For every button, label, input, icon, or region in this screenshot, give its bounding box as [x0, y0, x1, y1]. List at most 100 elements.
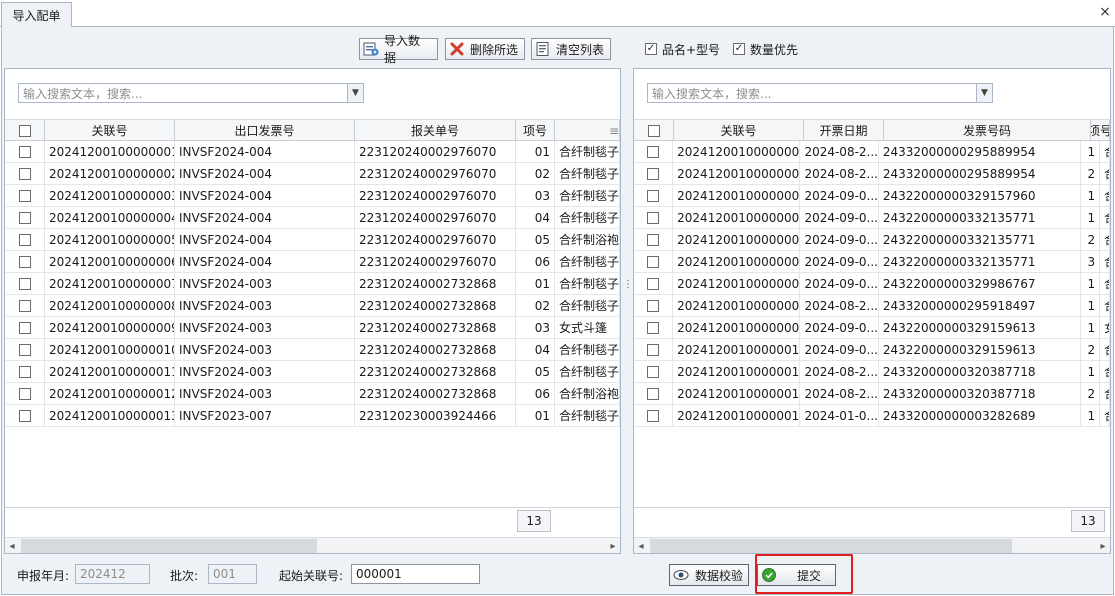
- row-select-cell[interactable]: [5, 207, 45, 228]
- batch-input[interactable]: 001: [208, 564, 257, 584]
- start-link-input[interactable]: 000001: [351, 564, 480, 584]
- row-select-cell[interactable]: [634, 141, 674, 162]
- select-all-checkbox[interactable]: [18, 124, 31, 137]
- row-select-cell[interactable]: [634, 251, 674, 272]
- table-row[interactable]: 20241200100000010 INVSF2024-003 2231202400…: [5, 339, 620, 361]
- clear-list-button[interactable]: 清空列表: [531, 38, 611, 60]
- row-select-cell[interactable]: [634, 339, 674, 360]
- row-select-cell[interactable]: [634, 163, 674, 184]
- right-hscrollbar[interactable]: ◂ ▸: [634, 537, 1110, 553]
- scroll-right-icon[interactable]: ▸: [606, 538, 620, 554]
- left-col-item-no[interactable]: 项号: [516, 120, 555, 141]
- row-checkbox[interactable]: [18, 387, 31, 400]
- row-select-cell[interactable]: [634, 273, 674, 294]
- right-header-select-all[interactable]: [634, 120, 674, 141]
- table-row[interactable]: 20241200100000011 2024-08-2... 24332000000…: [634, 361, 1111, 383]
- row-checkbox[interactable]: [647, 365, 660, 378]
- table-row[interactable]: 20241200100000008 2024-08-2... 24332000000…: [634, 295, 1111, 317]
- right-search-input[interactable]: 输入搜索文本，搜索... ▼: [647, 83, 993, 103]
- table-row[interactable]: 20241200100000005 INVSF2024-004 2231202400…: [5, 229, 620, 251]
- table-row[interactable]: 20241200100000002 INVSF2024-004 2231202400…: [5, 163, 620, 185]
- row-checkbox[interactable]: [647, 343, 660, 356]
- right-col-item-no[interactable]: 项号: [1091, 120, 1110, 141]
- row-checkbox[interactable]: [647, 233, 660, 246]
- right-col-invoice-no[interactable]: 发票号码: [884, 120, 1091, 141]
- left-hscrollbar[interactable]: ◂ ▸: [5, 537, 620, 553]
- table-row[interactable]: 20241200100000010 2024-09-0... 24322000000…: [634, 339, 1111, 361]
- scroll-left-icon[interactable]: ◂: [5, 538, 19, 554]
- table-row[interactable]: 20241200100000009 INVSF2024-003 2231202400…: [5, 317, 620, 339]
- table-row[interactable]: 20241200100000005 2024-09-0... 24322000000…: [634, 229, 1111, 251]
- row-checkbox[interactable]: [647, 387, 660, 400]
- table-row[interactable]: 20241200100000003 2024-09-0... 24322000000…: [634, 185, 1111, 207]
- row-select-cell[interactable]: [634, 405, 674, 426]
- table-row[interactable]: 20241200100000009 2024-09-0... 24322000000…: [634, 317, 1111, 339]
- row-checkbox[interactable]: [18, 321, 31, 334]
- row-checkbox[interactable]: [18, 343, 31, 356]
- table-row[interactable]: 20241200100000004 2024-09-0... 24322000000…: [634, 251, 1111, 273]
- row-checkbox[interactable]: [647, 409, 660, 422]
- left-hscroll-thumb[interactable]: [21, 539, 317, 553]
- row-select-cell[interactable]: [634, 295, 674, 316]
- table-row[interactable]: 20241200100000011 INVSF2024-003 2231202400…: [5, 361, 620, 383]
- left-col-export-invoice[interactable]: 出口发票号: [175, 120, 355, 141]
- row-checkbox[interactable]: [647, 211, 660, 224]
- row-checkbox[interactable]: [18, 255, 31, 268]
- row-checkbox[interactable]: [647, 167, 660, 180]
- row-checkbox[interactable]: [647, 277, 660, 290]
- right-col-invoice-date[interactable]: 开票日期: [804, 120, 884, 141]
- row-select-cell[interactable]: [5, 251, 45, 272]
- tab-import-match[interactable]: 导入配单: [1, 2, 72, 28]
- row-select-cell[interactable]: [634, 317, 674, 338]
- right-col-link-no[interactable]: 关联号: [674, 120, 804, 141]
- chevron-down-icon[interactable]: ▼: [347, 84, 363, 102]
- row-select-cell[interactable]: [5, 229, 45, 250]
- row-checkbox[interactable]: [647, 299, 660, 312]
- name-model-checkbox[interactable]: ✓: [645, 43, 657, 55]
- close-icon[interactable]: ×: [1096, 3, 1114, 21]
- validate-data-button[interactable]: 数据校验: [669, 564, 749, 586]
- table-row[interactable]: 20241200100000003 INVSF2024-004 2231202400…: [5, 185, 620, 207]
- row-select-cell[interactable]: [5, 361, 45, 382]
- row-checkbox[interactable]: [18, 299, 31, 312]
- left-search-input[interactable]: 输入搜索文本，搜索... ▼: [18, 83, 364, 103]
- table-row[interactable]: 20241200100000007 INVSF2024-003 2231202400…: [5, 273, 620, 295]
- option-qty-first[interactable]: ✓ 数量优先: [733, 40, 798, 58]
- period-input[interactable]: 202412: [75, 564, 150, 584]
- row-checkbox[interactable]: [647, 321, 660, 334]
- left-header-select-all[interactable]: [5, 120, 45, 141]
- right-hscroll-thumb[interactable]: [650, 539, 1012, 553]
- row-select-cell[interactable]: [634, 185, 674, 206]
- row-checkbox[interactable]: [18, 189, 31, 202]
- option-name-model[interactable]: ✓ 品名+型号: [645, 40, 720, 58]
- table-row[interactable]: 20241200100000012 2024-08-2... 24332000000…: [634, 383, 1111, 405]
- row-checkbox[interactable]: [647, 145, 660, 158]
- row-select-cell[interactable]: [634, 229, 674, 250]
- table-row[interactable]: 20241200100000013 2024-01-0... 24332000000…: [634, 405, 1111, 427]
- table-row[interactable]: 20241200100000001 INVSF2024-004 2231202400…: [5, 141, 620, 163]
- row-select-cell[interactable]: [5, 405, 45, 426]
- row-select-cell[interactable]: [634, 383, 674, 404]
- table-row[interactable]: 20241200100000004 INVSF2024-004 2231202400…: [5, 207, 620, 229]
- row-select-cell[interactable]: [5, 295, 45, 316]
- import-data-button[interactable]: 导入数据: [359, 34, 438, 65]
- row-checkbox[interactable]: [18, 277, 31, 290]
- row-checkbox[interactable]: [647, 255, 660, 268]
- qty-first-checkbox[interactable]: ✓: [733, 43, 745, 55]
- table-row[interactable]: 20241200100000006 2024-09-0... 24322000000…: [634, 207, 1111, 229]
- row-select-cell[interactable]: [5, 317, 45, 338]
- row-select-cell[interactable]: [5, 163, 45, 184]
- row-select-cell[interactable]: [5, 383, 45, 404]
- left-col-declaration-no[interactable]: 报关单号: [355, 120, 516, 141]
- chevron-down-icon[interactable]: ▼: [976, 84, 992, 102]
- row-checkbox[interactable]: [18, 145, 31, 158]
- table-row[interactable]: 20241200100000006 INVSF2024-004 2231202400…: [5, 251, 620, 273]
- row-checkbox[interactable]: [18, 167, 31, 180]
- row-select-cell[interactable]: [5, 339, 45, 360]
- splitter-handle[interactable]: ⋮: [623, 280, 633, 298]
- row-checkbox[interactable]: [18, 409, 31, 422]
- table-row[interactable]: 20241200100000008 INVSF2024-003 2231202400…: [5, 295, 620, 317]
- table-row[interactable]: 20241200100000013 INVSF2023-007 2231202300…: [5, 405, 620, 427]
- scroll-right-icon[interactable]: ▸: [1096, 538, 1110, 554]
- row-checkbox[interactable]: [647, 189, 660, 202]
